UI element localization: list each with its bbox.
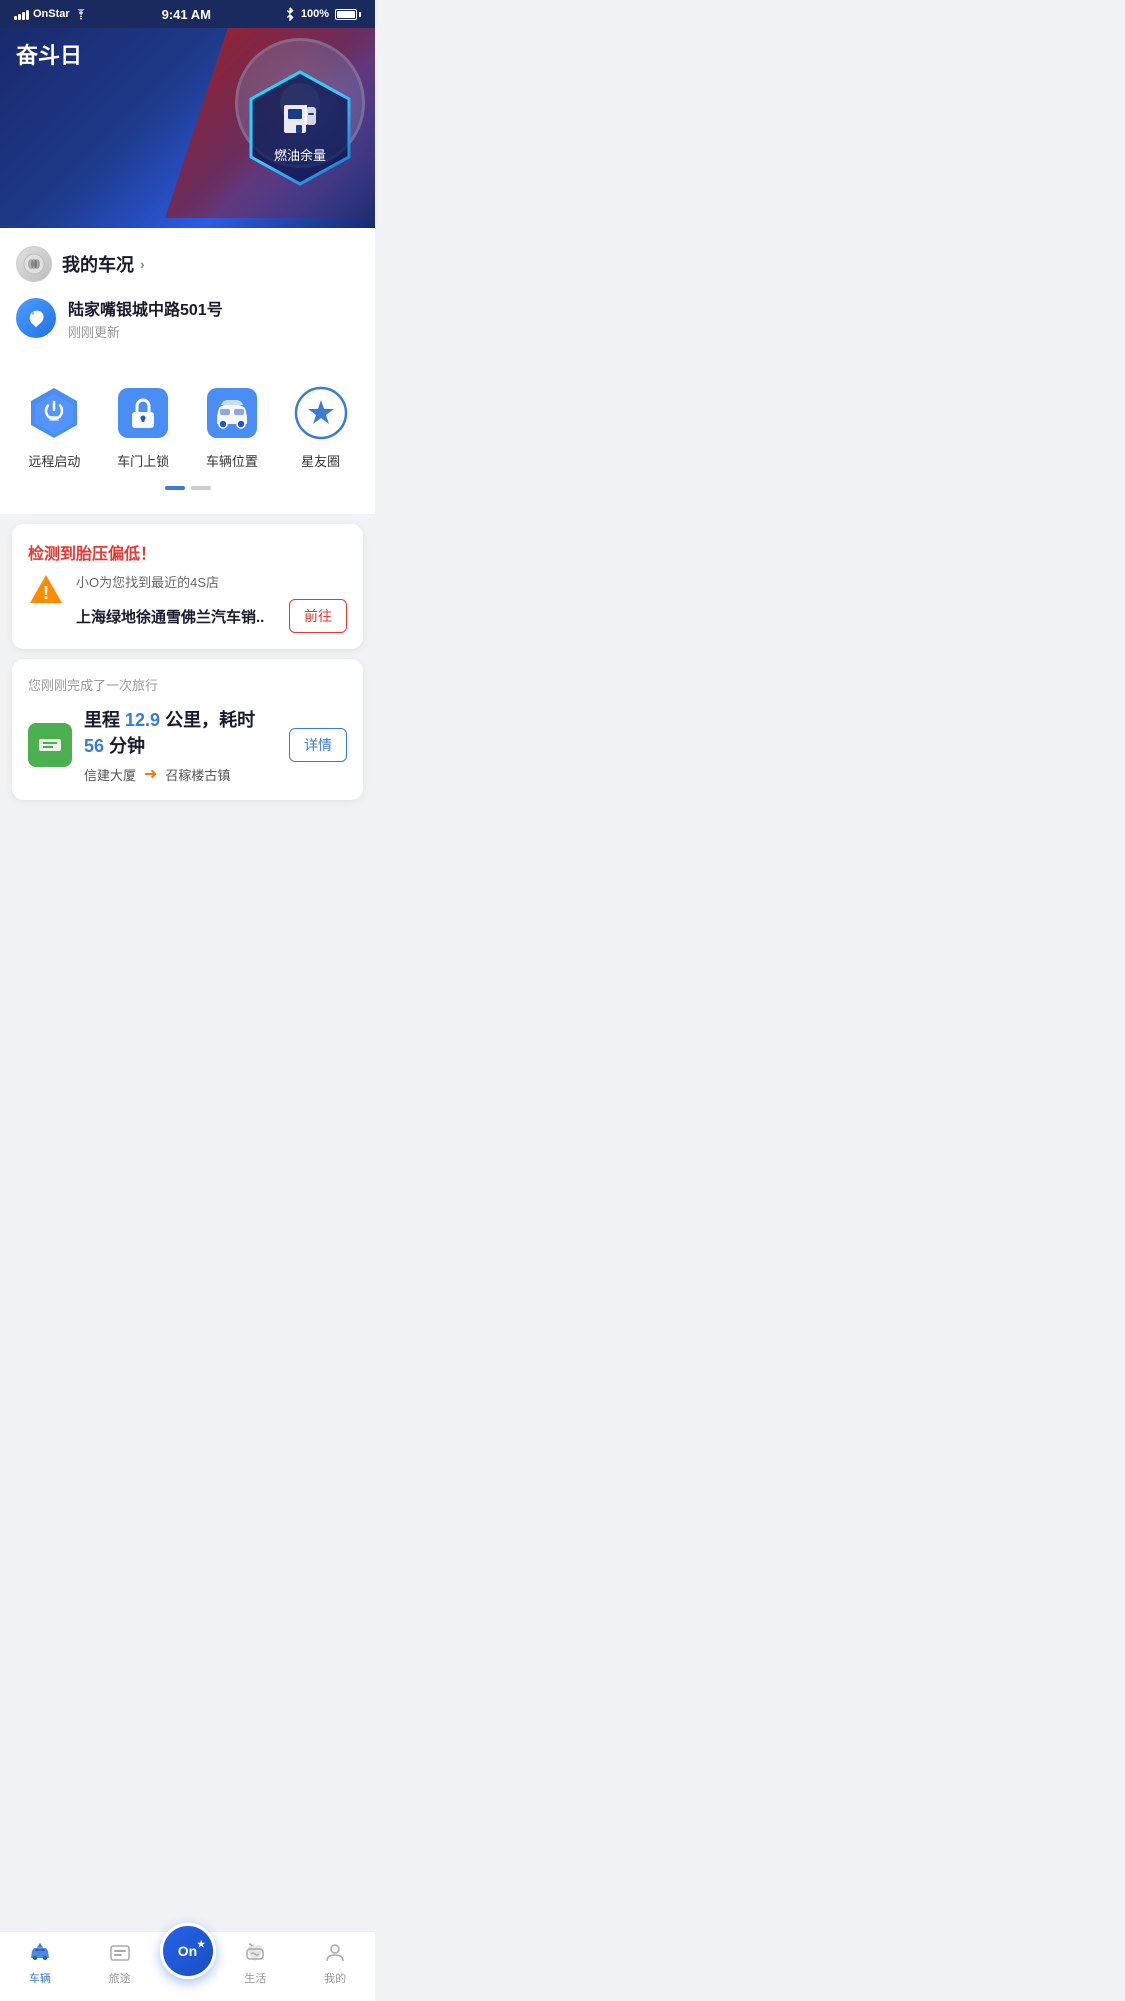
mine-tab-icon	[322, 1940, 348, 1966]
action-star-circle[interactable]: 星友圈	[276, 377, 365, 478]
door-lock-icon	[116, 386, 170, 440]
status-bar: OnStar 9:41 AM 100%	[0, 0, 375, 28]
dot-1	[165, 486, 185, 490]
dealer-name: 上海绿地徐通雪佛兰汽车销..	[76, 606, 281, 627]
tab-vehicle-label: 车辆	[29, 1970, 51, 1986]
remote-start-icon	[27, 386, 81, 440]
journey-tab-icon	[107, 1940, 133, 1966]
alert-subtitle: 小O为您找到最近的4S店	[76, 572, 347, 591]
tab-bar: 车辆 旅途 On ★	[0, 1931, 375, 2001]
tab-onstar-center[interactable]: On ★	[160, 1943, 216, 1983]
trip-info: 里程 12.9 公里，耗时 56 分钟 信建大厦 ➜ 召稼楼古镇	[84, 706, 277, 784]
goto-button[interactable]: 前往	[289, 599, 347, 633]
fuel-label: 燃油余量	[274, 145, 326, 164]
trip-header: 您刚刚完成了一次旅行	[28, 675, 347, 694]
trip-icon	[28, 723, 72, 767]
actions-grid: 远程启动	[10, 377, 365, 478]
location-row: 陆家嘴银城中路501号 刚刚更新	[16, 288, 359, 345]
onstar-text: On ★	[178, 1943, 197, 1959]
status-left: OnStar	[14, 8, 88, 20]
wifi-icon	[74, 9, 88, 20]
tab-mine[interactable]: 我的	[295, 1940, 375, 1986]
status-right: 100%	[285, 7, 361, 21]
remote-start-icon-container	[26, 385, 82, 441]
life-tab-icon	[242, 1940, 268, 1966]
trip-duration-unit: 分钟	[109, 736, 145, 756]
onstar-button[interactable]: On ★	[160, 1923, 216, 1979]
quick-actions-section: 远程启动	[0, 357, 375, 514]
alert-title: 检测到胎压偏低！	[28, 540, 347, 564]
trip-distance: 12.9	[125, 710, 160, 730]
action-label-remote-start: 远程启动	[28, 451, 80, 470]
route-arrow-icon: ➜	[144, 764, 157, 784]
trip-distance-label: 里程	[84, 710, 120, 730]
tab-journey-label: 旅途	[109, 1970, 131, 1986]
tab-life[interactable]: 生活	[216, 1940, 296, 1986]
star-icon	[294, 386, 348, 440]
alert-card: 检测到胎压偏低！ ! 小O为您找到最近的4S店 上海绿地徐通雪佛兰汽车销.. 前…	[12, 524, 363, 649]
location-icon	[16, 298, 56, 338]
trip-card: 您刚刚完成了一次旅行 里程 12.9 公里，耗时 56 分钟 信建大厦	[12, 659, 363, 800]
location-address: 陆家嘴银城中路501号	[68, 296, 223, 320]
fuel-hex-content: 燃油余量	[274, 93, 326, 164]
trip-route: 信建大厦 ➜ 召稼楼古镇	[84, 764, 277, 784]
action-label-star-circle: 星友圈	[301, 451, 340, 470]
car-status-title: 我的车况 ›	[62, 251, 145, 277]
action-label-door-lock: 车门上锁	[117, 451, 169, 470]
signal-icon	[14, 8, 29, 20]
trip-to: 召稼楼古镇	[165, 765, 230, 784]
tab-mine-label: 我的	[324, 1970, 346, 1986]
car-status-section: 我的车况 › 陆家嘴银城中路501号 刚刚更新	[0, 228, 375, 357]
trip-detail-button[interactable]: 详情	[289, 728, 347, 762]
warning-icon: !	[28, 572, 64, 608]
trip-distance-unit: 公里，耗时	[165, 710, 255, 730]
battery-icon	[335, 9, 361, 20]
door-lock-icon-container	[115, 385, 171, 441]
location-update-time: 刚刚更新	[68, 322, 223, 341]
chevron-icon: ›	[140, 256, 145, 272]
star-circle-icon-container	[293, 385, 349, 441]
alert-body: ! 小O为您找到最近的4S店 上海绿地徐通雪佛兰汽车销.. 前往	[28, 572, 347, 633]
buick-logo	[16, 246, 52, 282]
dot-2	[191, 486, 211, 490]
trip-stats: 里程 12.9 公里，耗时 56 分钟	[84, 706, 277, 758]
action-vehicle-location[interactable]: 车辆位置	[188, 377, 277, 478]
vehicle-location-icon	[205, 386, 259, 440]
car-status-header[interactable]: 我的车况 ›	[16, 240, 359, 288]
action-label-vehicle-location: 车辆位置	[206, 451, 258, 470]
trip-body: 里程 12.9 公里，耗时 56 分钟 信建大厦 ➜ 召稼楼古镇 详情	[28, 706, 347, 784]
fuel-pump-icon	[280, 93, 320, 137]
trip-duration: 56	[84, 736, 104, 756]
trip-from: 信建大厦	[84, 765, 136, 784]
status-time: 9:41 AM	[162, 7, 211, 22]
tab-vehicle[interactable]: 车辆	[0, 1940, 80, 1986]
tab-journey[interactable]: 旅途	[80, 1940, 160, 1986]
vehicle-tab-icon	[27, 1940, 53, 1966]
carrier-name: OnStar	[33, 8, 70, 20]
action-door-lock[interactable]: 车门上锁	[99, 377, 188, 478]
location-details: 陆家嘴银城中路501号 刚刚更新	[68, 296, 223, 341]
page-indicator	[10, 478, 365, 504]
hero-section: 奋斗日	[0, 28, 375, 228]
page-title: 奋斗日	[16, 38, 82, 70]
battery-percent: 100%	[301, 8, 329, 20]
tab-life-label: 生活	[244, 1970, 266, 1986]
bluetooth-icon	[285, 7, 295, 21]
vehicle-location-icon-container	[204, 385, 260, 441]
alert-content: 小O为您找到最近的4S店 上海绿地徐通雪佛兰汽车销.. 前往	[76, 572, 347, 633]
action-remote-start[interactable]: 远程启动	[10, 377, 99, 478]
alert-dealer-row: 上海绿地徐通雪佛兰汽车销.. 前往	[76, 599, 347, 633]
fuel-widget[interactable]: 燃油余量	[245, 68, 355, 188]
svg-text:!: !	[43, 583, 49, 603]
onstar-star: ★	[197, 1939, 205, 1950]
